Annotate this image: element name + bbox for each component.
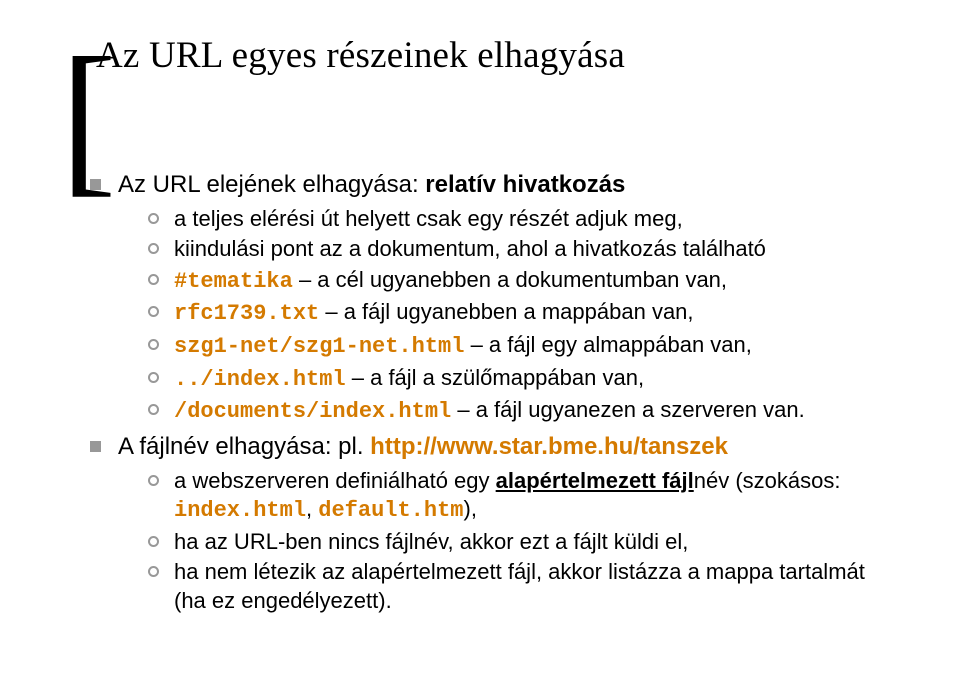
bullet-relative-ref: Az URL elejének elhagyása: relatív hivat…	[90, 169, 900, 427]
text: név (szokásos:	[694, 468, 841, 493]
code-fragment: /documents/index.html	[174, 399, 451, 424]
text-bold: relatív hivatkozás	[425, 171, 625, 198]
code-fragment: ../index.html	[174, 367, 346, 392]
sub-item: rfc1739.txt – a fájl ugyanebben a mappáb…	[148, 298, 900, 329]
code-fragment: #tematika	[174, 269, 293, 294]
slide-title: Az URL egyes részeinek elhagyása	[96, 28, 625, 147]
title-wrap: [ Az URL egyes részeinek elhagyása	[60, 28, 900, 147]
code-fragment: szg1-net/szg1-net.html	[174, 334, 464, 359]
sub-item: kiindulási pont az a dokumentum, ahol a …	[148, 235, 900, 264]
text: a webszerveren definiálható egy	[174, 468, 496, 493]
sublist-filename: a webszerveren definiálható egy alapérte…	[118, 467, 900, 616]
url-example: http://www.star.bme.hu/tanszek	[370, 433, 728, 460]
code-fragment: index.html	[174, 498, 306, 523]
sub-item: /documents/index.html – a fájl ugyanezen…	[148, 396, 900, 427]
sub-item: a webszerveren definiálható egy alapérte…	[148, 467, 900, 526]
sub-item: #tematika – a cél ugyanebben a dokumentu…	[148, 266, 900, 297]
text: – a fájl ugyanebben a mappában van,	[319, 299, 693, 324]
bullet-filename-omit: A fájlnév elhagyása: pl. http://www.star…	[90, 431, 900, 616]
text: ha az URL-ben nincs fájlnév, akkor ezt a…	[174, 529, 688, 554]
sub-item: ha nem létezik az alapértelmezett fájl, …	[148, 558, 900, 615]
slide: [ Az URL egyes részeinek elhagyása Az UR…	[0, 0, 960, 615]
text: ),	[464, 496, 477, 521]
text: A fájlnév elhagyása: pl.	[118, 433, 370, 460]
sub-item: a teljes elérési út helyett csak egy rés…	[148, 205, 900, 234]
text: a teljes elérési út helyett csak egy rés…	[174, 206, 683, 231]
content-list: Az URL elejének elhagyása: relatív hivat…	[90, 169, 900, 615]
code-fragment: default.htm	[318, 498, 463, 523]
text: ha nem létezik az alapértelmezett fájl, …	[174, 559, 865, 613]
text: – a cél ugyanebben a dokumentumban van,	[293, 267, 727, 292]
sub-item: szg1-net/szg1-net.html – a fájl egy alma…	[148, 331, 900, 362]
code-fragment: rfc1739.txt	[174, 301, 319, 326]
bracket-decoration: [	[60, 58, 104, 177]
text: kiindulási pont az a dokumentum, ahol a …	[174, 236, 766, 261]
sublist-relative: a teljes elérési út helyett csak egy rés…	[118, 205, 900, 427]
text: ,	[306, 496, 318, 521]
text: – a fájl a szülőmappában van,	[346, 365, 644, 390]
text: – a fájl egy almappában van,	[464, 332, 751, 357]
text: Az URL elejének elhagyása:	[118, 171, 425, 198]
sub-item: ../index.html – a fájl a szülőmappában v…	[148, 364, 900, 395]
text-underline: alapértelmezett fájl	[496, 468, 694, 493]
sub-item: ha az URL-ben nincs fájlnév, akkor ezt a…	[148, 528, 900, 557]
text: – a fájl ugyanezen a szerveren van.	[451, 397, 804, 422]
